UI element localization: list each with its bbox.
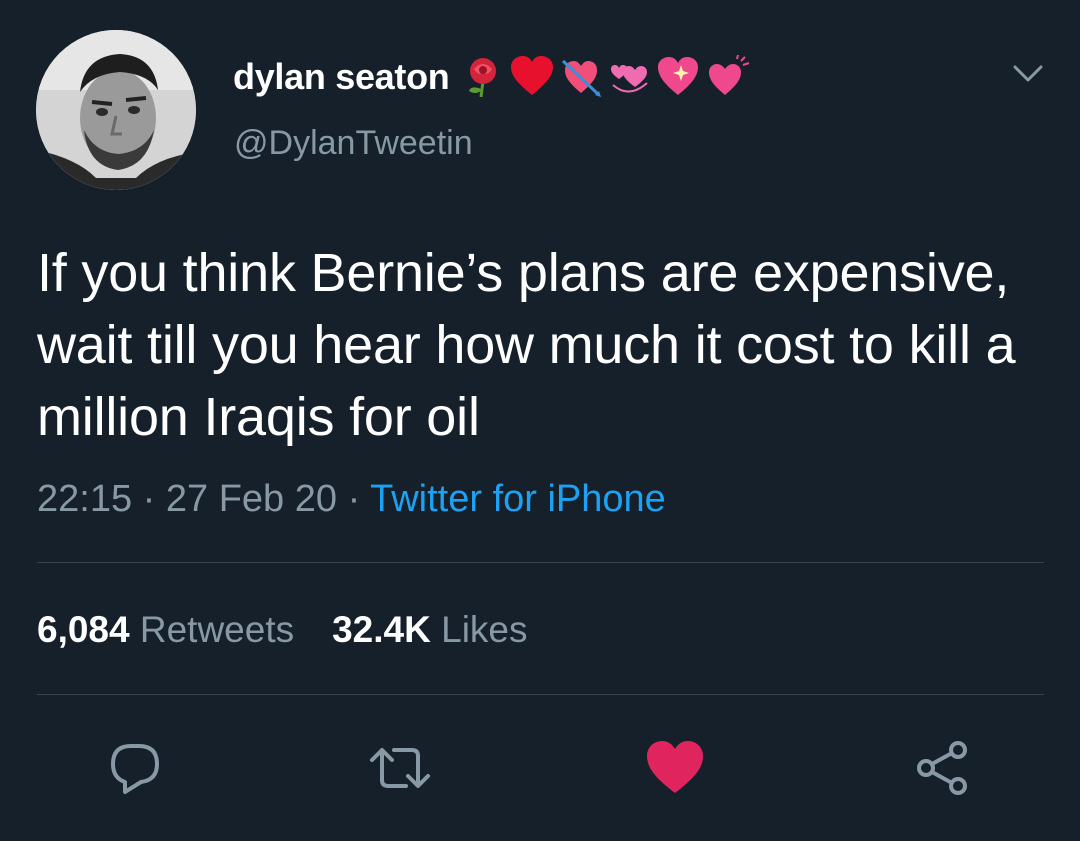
meta-separator: · — [347, 478, 361, 520]
tweet-stats: 6,084 Retweets 32.4K Likes — [37, 609, 528, 651]
tweet-source-link[interactable]: Twitter for iPhone — [370, 478, 666, 520]
share-button[interactable] — [910, 736, 974, 800]
divider — [37, 694, 1044, 695]
likes-count: 32.4K — [332, 609, 431, 650]
divider — [37, 562, 1044, 563]
avatar-photo — [36, 30, 196, 190]
author-name-row[interactable]: dylan seaton — [233, 52, 751, 102]
retweets-count: 6,084 — [37, 609, 130, 650]
tweet-text: If you think Bernie’s plans are expensiv… — [37, 243, 1016, 447]
name-emojis — [461, 55, 751, 99]
share-icon — [917, 741, 967, 795]
avatar[interactable] — [36, 30, 196, 190]
retweets-label: Retweets — [139, 609, 295, 650]
retweet-button[interactable] — [368, 736, 432, 800]
red-heart-icon — [511, 56, 554, 95]
meta-separator: · — [142, 478, 156, 520]
likes-stat[interactable]: 32.4K Likes — [332, 609, 527, 650]
rose-icon — [469, 58, 497, 98]
retweets-stat[interactable]: 6,084 Retweets — [37, 609, 294, 650]
like-button[interactable] — [643, 736, 707, 800]
retweet-icon — [370, 748, 430, 788]
sparkling-heart-icon — [658, 57, 699, 95]
heart-with-arrow-icon — [562, 59, 602, 97]
chevron-down-icon[interactable] — [1010, 58, 1046, 88]
display-name[interactable]: dylan seaton — [233, 56, 450, 98]
reply-icon — [111, 744, 159, 794]
tweet-meta: 22:15 · 27 Feb 20 · Twitter for iPhone — [37, 478, 666, 521]
beating-heart-icon — [709, 55, 750, 95]
revolving-hearts-icon — [611, 65, 649, 93]
like-icon — [647, 741, 703, 793]
author-handle[interactable]: @DylanTweetin — [234, 124, 473, 163]
tweet-time: 22:15 — [37, 478, 133, 520]
likes-label: Likes — [441, 609, 528, 650]
reply-button[interactable] — [103, 736, 167, 800]
tweet-date: 27 Feb 20 — [165, 478, 338, 520]
